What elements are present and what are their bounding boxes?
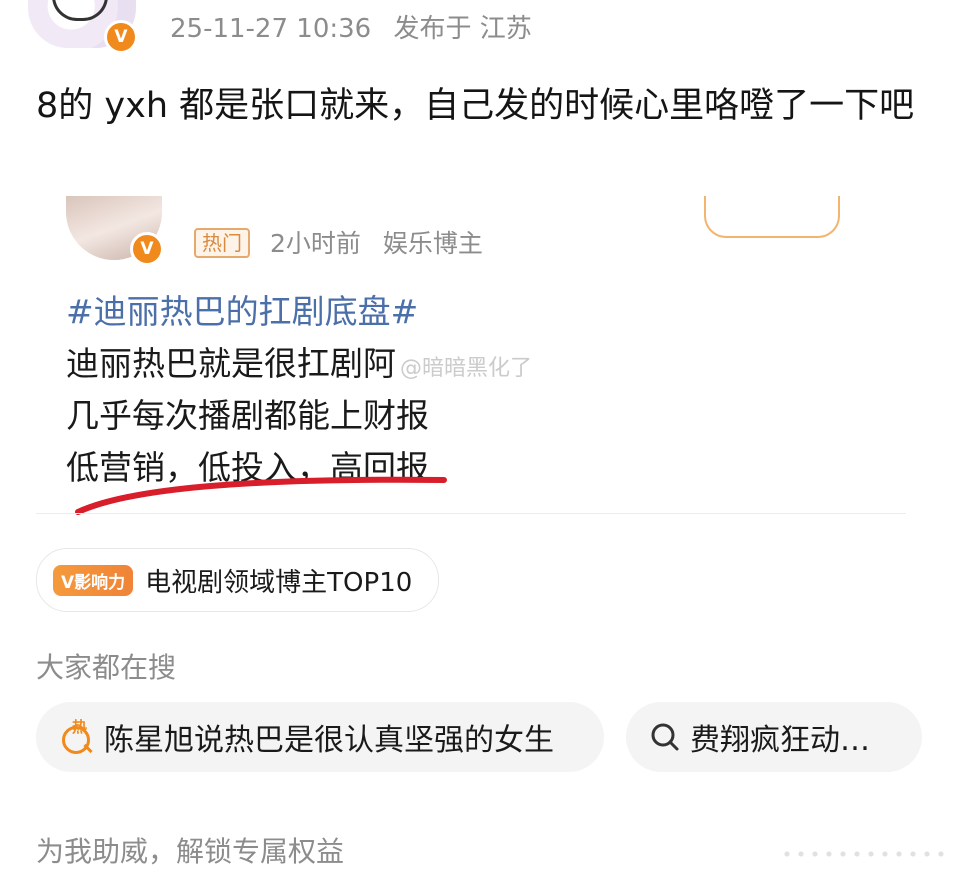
hot-search-icon-label: 热 xyxy=(72,718,88,736)
follow-button[interactable] xyxy=(704,196,840,238)
watermark-dots xyxy=(780,842,950,866)
weibo-post-screen: V 25-11-27 10:36 发布于 江苏 8的 yxh 都是张口就来，自己… xyxy=(0,0,957,882)
post-location: 发布于 江苏 xyxy=(393,14,532,44)
quoted-author-type: 娱乐博主 xyxy=(382,229,483,258)
post-meta: 25-11-27 10:36 发布于 江苏 xyxy=(170,8,546,45)
support-unlock-text[interactable]: 为我助威，解锁专属权益 xyxy=(36,830,344,870)
v-influence-icon: V影响力 xyxy=(53,564,134,596)
trending-search-title: 大家都在搜 xyxy=(36,651,177,684)
search-chip-2-label: 费翔疯狂动… xyxy=(690,723,870,758)
quoted-time-ago: 2小时前 xyxy=(270,229,361,258)
divider xyxy=(36,513,906,514)
search-chip-1-label: 陈星旭说热巴是很认真坚强的女生 xyxy=(104,723,554,758)
verified-v-icon: V xyxy=(104,20,138,54)
hot-search-icon: 热 xyxy=(60,718,94,754)
hot-badge: 热门 xyxy=(194,228,250,258)
post-body: 8的 yxh 都是张口就来，自己发的时候心里咯噔了一下吧 xyxy=(36,86,915,126)
search-chip-1[interactable]: 热 陈星旭说热巴是很认真坚强的女生 xyxy=(36,702,604,772)
quoted-verified-v-icon: V xyxy=(130,232,164,266)
quoted-body: #迪丽热巴的扛剧底盘# 迪丽热巴就是很扛剧阿 几乎每次播剧都能上财报 低营销，低… xyxy=(66,286,866,494)
influence-text: 电视剧领域博主TOP10 xyxy=(145,567,413,598)
quoted-line-2: 几乎每次播剧都能上财报 xyxy=(66,396,429,435)
search-icon xyxy=(651,723,679,751)
influence-badge-pill[interactable]: V影响力 电视剧领域博主TOP10 xyxy=(36,548,440,612)
quoted-meta: 2小时前 娱乐博主 xyxy=(270,224,497,260)
hashtag-link[interactable]: #迪丽热巴的扛剧底盘# xyxy=(66,286,866,338)
search-chip-2[interactable]: 费翔疯狂动… xyxy=(626,702,922,772)
image-watermark: @暗暗黑化了 xyxy=(400,356,533,381)
avatar-face-graphic xyxy=(52,0,108,21)
post-timestamp: 25-11-27 10:36 xyxy=(170,14,372,44)
